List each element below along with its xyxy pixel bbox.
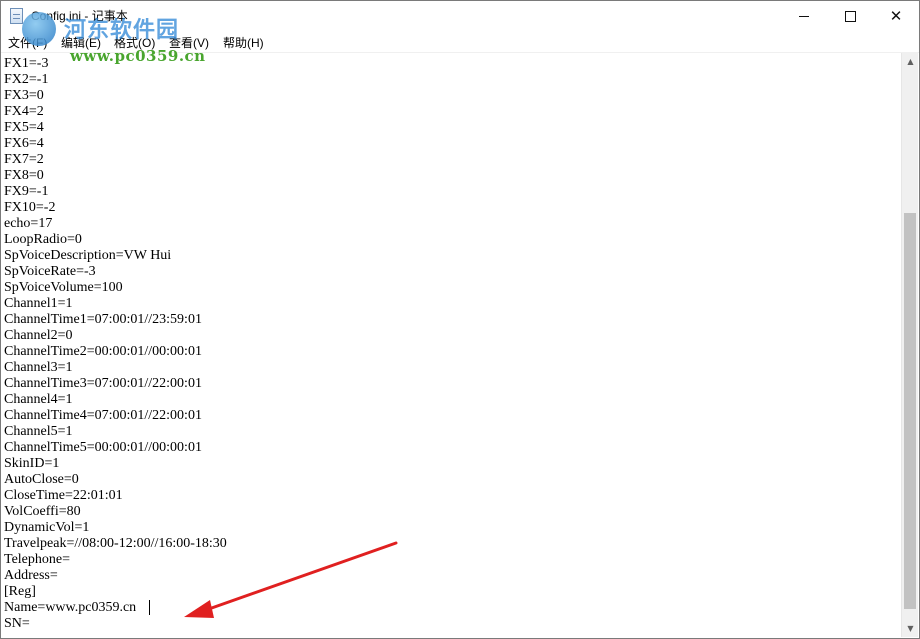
vertical-scrollbar[interactable]: ▲ ▼: [901, 53, 918, 637]
editor-line: LoopRadio=0: [4, 232, 82, 247]
close-icon: ✕: [889, 7, 903, 25]
title-bar[interactable]: Config.ini - 记事本 ✕: [1, 1, 919, 31]
editor-line: ChannelTime4=07:00:01//22:00:01: [4, 408, 202, 423]
menu-format[interactable]: 格式(O): [114, 34, 155, 51]
minimize-icon: [799, 15, 809, 17]
editor-line: ChannelTime1=07:00:01//23:59:01: [4, 312, 202, 327]
editor-line: SpVoiceVolume=100: [4, 280, 123, 295]
editor-line: CloseTime=22:01:01: [4, 488, 123, 503]
editor-line: ChannelTime3=07:00:01//22:00:01: [4, 376, 202, 391]
minimize-button[interactable]: [781, 1, 827, 31]
text-editor-area[interactable]: FX1=-3 FX2=-1 FX3=0 FX4=2 FX5=4 FX6=4 FX7=2 FX8…: [1, 53, 901, 637]
editor-line: DynamicVol=1: [4, 520, 90, 535]
editor-line: Channel1=1: [4, 296, 73, 311]
editor-line: Travelpeak=//08:00-12:00//16:00-18:30: [4, 536, 227, 551]
editor-line: FX2=-1: [4, 72, 49, 87]
editor-line: SpVoiceDescription=VW Hui: [4, 248, 172, 263]
editor-line: SpVoiceRate=-3: [4, 264, 96, 279]
notepad-window: Config.ini - 记事本 ✕ 文件(F) 编辑(E) 格式(O) 查看(…: [0, 0, 920, 639]
editor-line: SN=: [4, 616, 30, 631]
editor-line: Address=: [4, 568, 58, 583]
scrollbar-thumb[interactable]: [904, 213, 916, 609]
close-button[interactable]: ✕: [873, 1, 919, 31]
editor-line: FX9=-1: [4, 184, 49, 199]
editor-line: Channel3=1: [4, 360, 73, 375]
window-title: Config.ini - 记事本: [31, 9, 128, 23]
editor-line: FX6=4: [4, 136, 44, 151]
editor-line: Channel5=1: [4, 424, 73, 439]
editor-line: FX8=0: [4, 168, 44, 183]
text-caret: [149, 600, 150, 615]
editor-line: Name=www.pc0359.cn: [4, 600, 137, 615]
editor-line: FX1=-3: [4, 56, 49, 71]
editor-line: ChannelTime2=00:00:01//00:00:01: [4, 344, 202, 359]
maximize-icon: [844, 10, 856, 22]
editor-line: ChannelTime5=00:00:01//00:00:01: [4, 440, 202, 455]
menu-bar: 文件(F) 编辑(E) 格式(O) 查看(V) 帮助(H): [1, 31, 919, 53]
menu-help[interactable]: 帮助(H): [223, 34, 264, 51]
scroll-down-icon[interactable]: ▼: [902, 620, 919, 637]
editor-line: FX7=2: [4, 152, 44, 167]
editor-line: Telephone=: [4, 552, 71, 567]
editor-line: FX4=2: [4, 104, 44, 119]
editor-line: [Reg]: [4, 584, 36, 599]
scroll-up-icon[interactable]: ▲: [902, 53, 919, 70]
editor-line: Channel2=0: [4, 328, 73, 343]
editor-line: VolCoeffi=80: [4, 504, 81, 519]
notepad-icon: [10, 8, 23, 24]
editor-line: FX3=0: [4, 88, 44, 103]
menu-edit[interactable]: 编辑(E): [61, 34, 101, 51]
menu-file[interactable]: 文件(F): [8, 34, 47, 51]
maximize-button[interactable]: [827, 1, 873, 31]
editor-line: FX10=-2: [4, 200, 56, 215]
editor-line: echo=17: [4, 216, 53, 231]
editor-line: SkinID=1: [4, 456, 60, 471]
editor-line: FX5=4: [4, 120, 44, 135]
menu-view[interactable]: 查看(V): [169, 34, 209, 51]
editor-line: Channel4=1: [4, 392, 73, 407]
editor-line: AutoClose=0: [4, 472, 79, 487]
